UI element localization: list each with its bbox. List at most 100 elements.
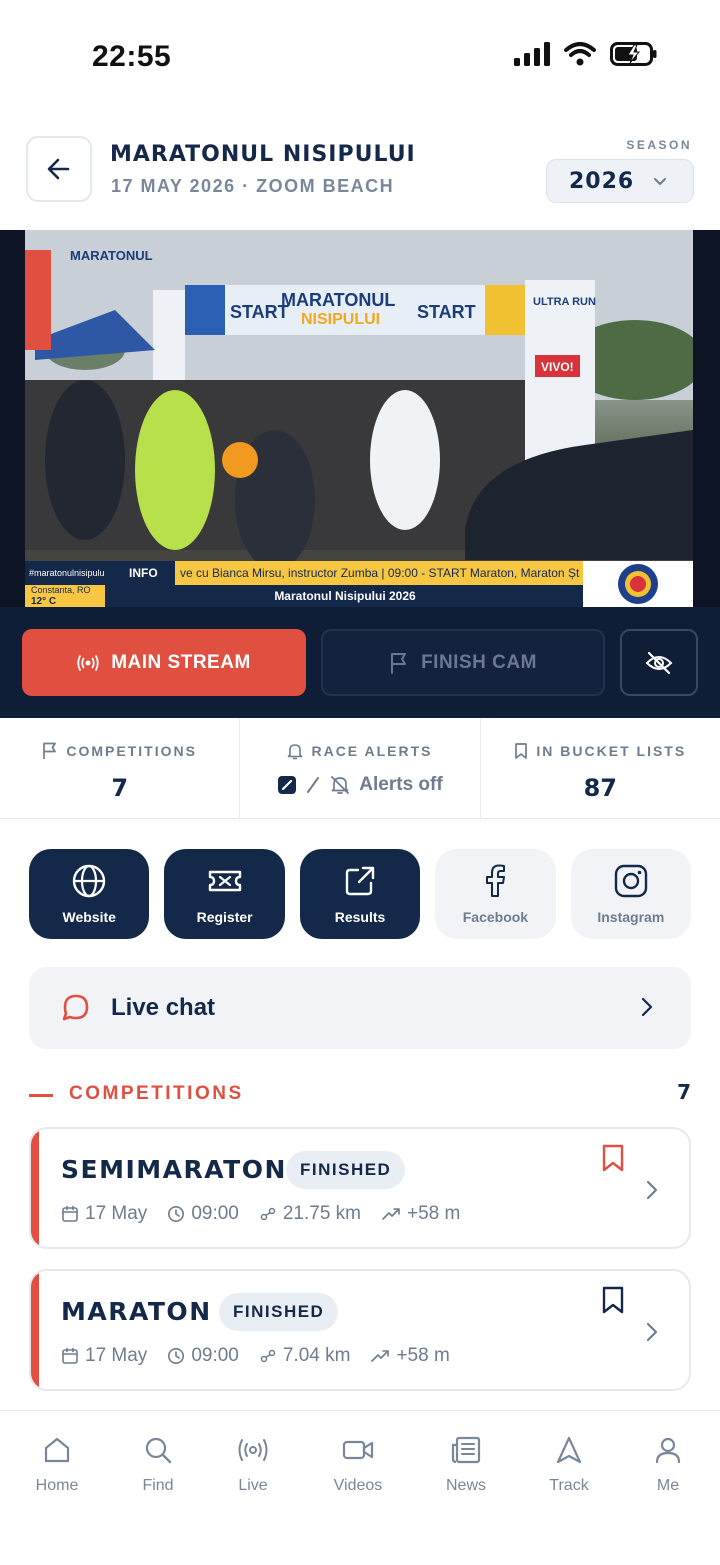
competition-card[interactable]: MARATON FINISHED 17 May 09:00 7.04 km +5… — [29, 1269, 691, 1391]
competitions-header: COMPETITIONS 7 — [29, 1080, 691, 1110]
arrow-left-icon — [47, 158, 70, 180]
calendar-icon — [62, 1347, 78, 1364]
stat-competitions: COMPETITIONS 7 — [0, 718, 241, 818]
newspaper-icon — [451, 1436, 481, 1464]
instagram-icon — [614, 864, 648, 898]
competition-time: 09:00 — [191, 1345, 239, 1366]
nav-me[interactable]: Me — [623, 1435, 713, 1495]
stat-alerts-label: RACE ALERTS — [311, 743, 433, 759]
clock-icon — [168, 1348, 185, 1364]
eye-off-icon — [645, 651, 673, 674]
status-badge: FINISHED — [286, 1151, 406, 1189]
user-icon — [655, 1437, 681, 1464]
search-icon — [145, 1437, 172, 1464]
status-badge: FINISHED — [219, 1293, 339, 1331]
weather-widget: Constanta, RO 12° C — [25, 585, 105, 607]
status-bar: 22:55 — [0, 0, 720, 110]
website-button[interactable]: Website — [29, 849, 150, 939]
competition-elevation: +58 m — [396, 1345, 450, 1366]
card-accent — [31, 1271, 39, 1389]
website-label: Website — [62, 909, 116, 925]
bookmark-icon[interactable] — [601, 1285, 625, 1315]
video-scene-image: START MARATONUL NISIPULUI START ULTRA RU… — [25, 230, 693, 570]
ticket-icon — [208, 870, 241, 892]
competition-name: SEMIMARATON — [61, 1155, 287, 1184]
bell-icon — [288, 744, 303, 760]
stat-competitions-label: COMPETITIONS — [66, 743, 197, 759]
navigation-arrow-icon — [556, 1436, 582, 1464]
season-label: SEASON — [626, 138, 692, 152]
competition-time: 09:00 — [191, 1203, 239, 1224]
competition-date: 17 May — [85, 1345, 148, 1366]
hide-video-button[interactable] — [620, 629, 698, 696]
event-links: Website Register Results Facebook Instag… — [29, 849, 692, 939]
nav-track[interactable]: Track — [524, 1435, 614, 1495]
broadcast-icon — [77, 654, 99, 671]
home-icon — [44, 1437, 70, 1463]
nav-track-label: Track — [549, 1477, 589, 1494]
status-icons — [514, 42, 658, 66]
event-title: MARATONUL NISIPULUI — [110, 142, 416, 167]
video-frame: START MARATONUL NISIPULUI START ULTRA RU… — [25, 230, 693, 607]
finish-cam-label: FINISH CAM — [421, 651, 537, 673]
season-select[interactable]: 2026 — [546, 159, 694, 203]
facebook-icon — [486, 864, 506, 897]
video-player[interactable]: START MARATONUL NISIPULUI START ULTRA RU… — [0, 230, 720, 607]
status-time: 22:55 — [92, 40, 172, 73]
competition-meta: 17 May 09:00 21.75 km +58 m — [61, 1203, 460, 1225]
bell-off-icon — [331, 776, 350, 794]
nav-me-label: Me — [656, 1477, 680, 1494]
stream-controls: MAIN STREAM FINISH CAM — [0, 607, 720, 718]
slash-box-icon — [278, 776, 297, 794]
flag-icon — [43, 742, 57, 759]
wifi-icon — [564, 42, 596, 66]
live-chat-label: Live chat — [111, 994, 216, 1021]
instagram-button[interactable]: Instagram — [570, 849, 692, 939]
ticker-hashtag: #maratonulnisipului — [25, 561, 105, 585]
finish-cam-button[interactable]: FINISH CAM — [321, 629, 605, 696]
svg-text:START: START — [417, 302, 476, 322]
nav-videos[interactable]: Videos — [313, 1435, 403, 1495]
external-link-icon — [345, 866, 375, 896]
distance-icon — [260, 1207, 276, 1221]
competition-distance: 7.04 km — [282, 1345, 351, 1366]
flag-icon — [391, 652, 407, 674]
bottom-nav: Home Find Live Videos News Track Me — [0, 1410, 720, 1565]
nav-news[interactable]: News — [421, 1435, 511, 1495]
emblem-icon — [618, 564, 658, 604]
video-camera-icon — [342, 1440, 374, 1460]
trend-up-icon — [382, 1208, 400, 1220]
facebook-button[interactable]: Facebook — [435, 849, 556, 939]
nav-find[interactable]: Find — [113, 1435, 203, 1495]
main-stream-label: MAIN STREAM — [111, 651, 251, 673]
register-button[interactable]: Register — [164, 849, 285, 939]
bookmark-icon[interactable] — [601, 1143, 625, 1173]
distance-icon — [260, 1349, 276, 1363]
competitions-title: COMPETITIONS — [69, 1083, 244, 1104]
results-button[interactable]: Results — [299, 849, 421, 939]
event-header: MARATONUL NISIPULUI 17 MAY 2026 · ZOOM B… — [0, 128, 720, 228]
nav-live-label: Live — [238, 1477, 268, 1494]
video-caption: Maratonul Nisipului 2026 — [105, 585, 585, 607]
main-stream-button[interactable]: MAIN STREAM — [22, 629, 306, 696]
stat-competitions-value: 7 — [111, 774, 129, 802]
nav-home[interactable]: Home — [12, 1435, 102, 1495]
competition-distance: 21.75 km — [282, 1203, 362, 1224]
competition-name: MARATON — [61, 1297, 212, 1326]
nav-live[interactable]: Live — [208, 1435, 298, 1495]
back-button[interactable] — [26, 136, 92, 202]
event-stats: COMPETITIONS 7 RACE ALERTS Alerts off IN… — [0, 718, 720, 819]
stat-bucket-value: 87 — [583, 774, 618, 802]
nav-videos-label: Videos — [333, 1477, 383, 1494]
svg-text:VIVO!: VIVO! — [541, 360, 574, 374]
competition-elevation: +58 m — [407, 1203, 461, 1224]
pencil-icon — [307, 777, 320, 793]
weather-city: Constanta, RO — [31, 585, 91, 595]
competition-card[interactable]: SEMIMARATON FINISHED 17 May 09:00 21.75 … — [29, 1127, 691, 1249]
stat-alerts-value: Alerts off — [359, 774, 443, 795]
globe-icon — [73, 864, 106, 898]
live-chat-button[interactable]: Live chat — [29, 967, 691, 1049]
clock-icon — [168, 1206, 185, 1222]
calendar-icon — [62, 1205, 78, 1222]
stat-race-alerts[interactable]: RACE ALERTS Alerts off — [240, 718, 481, 818]
